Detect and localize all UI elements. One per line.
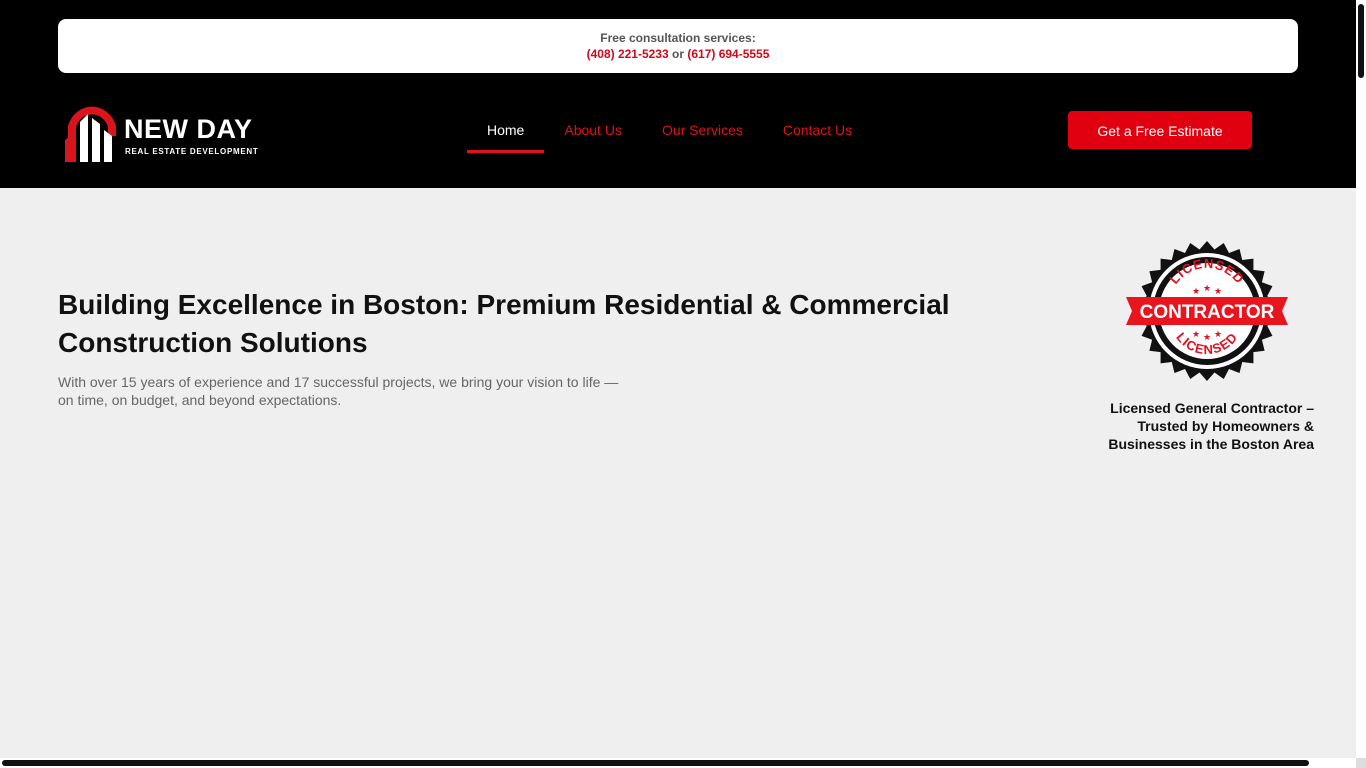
nav-our-services[interactable]: Our Services (642, 110, 763, 150)
scrollbar-corner (1356, 758, 1366, 768)
svg-text:★: ★ (1203, 333, 1211, 343)
logo-tagline: REAL ESTATE DEVELOPMENT (125, 147, 259, 156)
building-arch-logo-icon (65, 106, 116, 162)
nav-about-us[interactable]: About Us (544, 110, 642, 150)
badge-caption: Licensed General Contractor – Trusted by… (1108, 400, 1314, 452)
svg-text:★: ★ (1192, 287, 1200, 297)
phone-link-2[interactable]: (617) 694-5555 (687, 47, 769, 61)
vertical-scrollbar[interactable] (1356, 0, 1366, 768)
svg-text:★: ★ (1203, 284, 1211, 294)
consultation-bar: Free consultation services: (408) 221-52… (58, 19, 1298, 73)
badge-main-text: CONTRACTOR (1140, 302, 1275, 323)
main-nav: Home About Us Our Services Contact Us (467, 110, 872, 154)
site-header: Free consultation services: (408) 221-52… (0, 0, 1356, 188)
vertical-scrollbar-thumb[interactable] (1358, 4, 1364, 78)
svg-text:★: ★ (1192, 330, 1200, 340)
svg-text:★: ★ (1214, 330, 1222, 340)
nav-home[interactable]: Home (467, 110, 545, 153)
nav-contact-us[interactable]: Contact Us (763, 110, 872, 150)
phone-separator: or (672, 47, 684, 61)
page: Free consultation services: (408) 221-52… (0, 0, 1356, 768)
consultation-label: Free consultation services: (600, 31, 756, 45)
site-logo[interactable]: NEW DAY REAL ESTATE DEVELOPMENT (64, 96, 274, 164)
horizontal-scrollbar-thumb[interactable] (2, 760, 1309, 766)
consultation-phones: (408) 221-5233 or (617) 694-5555 (58, 46, 1298, 62)
logo-name: NEW DAY (124, 114, 253, 144)
svg-text:★: ★ (1214, 287, 1222, 297)
hero-subtitle: With over 15 years of experience and 17 … (58, 374, 619, 408)
free-estimate-button[interactable]: Get a Free Estimate (1068, 111, 1252, 149)
hero-title: Building Excellence in Boston: Premium R… (58, 289, 950, 358)
phone-link-1[interactable]: (408) 221-5233 (587, 47, 669, 61)
seal-badge-icon: LICENSED LICENSED ★ ★ ★ ★ ★ ★ CONTRACTOR (1126, 241, 1288, 381)
